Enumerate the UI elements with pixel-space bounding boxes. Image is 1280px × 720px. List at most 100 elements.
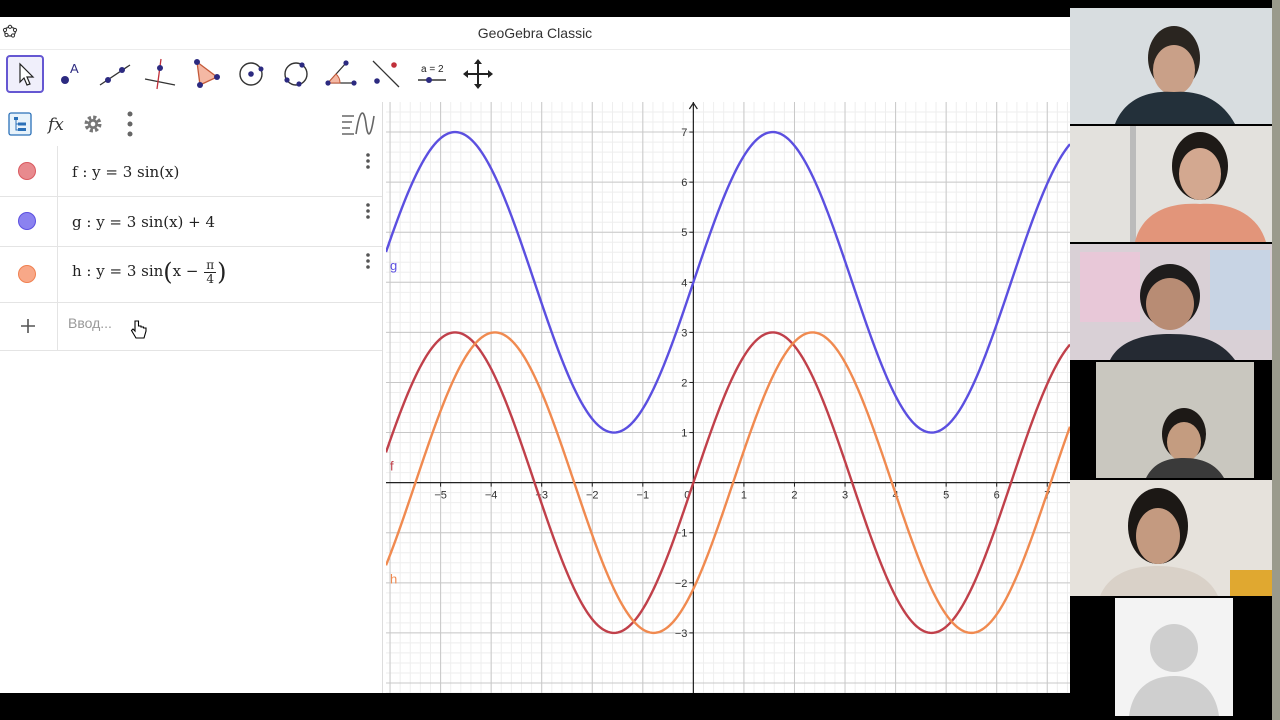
x-tick-label: 1 bbox=[741, 490, 747, 502]
person-video-icon bbox=[1070, 126, 1280, 242]
window-title: GeoGebra Classic bbox=[477, 25, 593, 41]
algebra-input-row[interactable]: Ввод... bbox=[0, 302, 382, 351]
polygon-tool[interactable] bbox=[186, 55, 224, 93]
plus-icon[interactable] bbox=[20, 318, 36, 334]
x-tick-label: 5 bbox=[943, 490, 949, 502]
gear-icon bbox=[84, 115, 102, 133]
participants-panel bbox=[1070, 0, 1280, 720]
person-video-icon bbox=[1070, 244, 1280, 360]
visibility-toggle-h[interactable] bbox=[18, 265, 36, 283]
formula-h-arg: x − bbox=[172, 262, 199, 280]
fraction-numerator: π bbox=[204, 257, 217, 273]
function-graph[interactable]: −5 −4 −3 −2 −1 0 1 2 3 4 5 6 7−3−2−11234567fgh bbox=[386, 102, 1070, 693]
line-tool-icon bbox=[99, 64, 131, 86]
polygon-tool-icon bbox=[194, 59, 220, 88]
function-inspector-button[interactable]: fx bbox=[44, 110, 72, 138]
more-vertical-icon bbox=[127, 111, 133, 137]
fraction: π4 bbox=[204, 257, 217, 286]
sort-graph-icon bbox=[342, 112, 375, 135]
point-tool-icon: A bbox=[61, 61, 79, 84]
perpendicular-line-tool-icon bbox=[144, 58, 176, 90]
x-tick-label: −5 bbox=[434, 490, 447, 502]
point-tool[interactable]: A bbox=[51, 55, 89, 93]
algebra-view: fx f: y = 3 sin(x) g: y = 3 sin(x) + 4… bbox=[0, 102, 383, 693]
slider-tool-icon: a = 2 bbox=[418, 64, 446, 83]
perpendicular-line-tool[interactable] bbox=[141, 55, 179, 93]
slider-tool[interactable]: a = 2 bbox=[412, 55, 450, 93]
series-label-h: h bbox=[390, 571, 397, 586]
algebra-input[interactable]: Ввод... bbox=[68, 315, 112, 331]
y-tick-label: −3 bbox=[675, 628, 688, 640]
y-tick-label: 4 bbox=[681, 277, 687, 289]
algebra-view-button[interactable] bbox=[6, 110, 34, 138]
formula-g[interactable]: g : y = 3 sin(x) + 4 bbox=[72, 213, 215, 231]
screen-bottom-bar bbox=[0, 693, 1070, 720]
series-label-g: g bbox=[390, 258, 397, 273]
y-tick-label: 5 bbox=[681, 227, 687, 239]
geogebra-window: GeoGebra Classic A a = 2 fx f: y = 3 si… bbox=[0, 17, 1070, 693]
y-tick-label: −2 bbox=[675, 578, 688, 590]
angle-tool-icon bbox=[325, 60, 357, 86]
person-video-icon bbox=[1070, 480, 1280, 596]
circle-three-points-tool-icon bbox=[284, 62, 308, 87]
formula-f[interactable]: f : y = 3 sin(x) bbox=[72, 163, 179, 181]
x-tick-label: −2 bbox=[586, 490, 599, 502]
more-vertical-icon[interactable] bbox=[364, 202, 372, 220]
algebra-row-h[interactable]: h : y = 3 sin(x − π 4) bbox=[0, 246, 382, 303]
participant-video-1[interactable] bbox=[1070, 8, 1280, 124]
algebra-header: fx bbox=[0, 102, 382, 146]
circle-center-point-tool-icon bbox=[239, 62, 264, 86]
angle-tool[interactable] bbox=[322, 55, 360, 93]
circle-three-points-tool[interactable] bbox=[277, 55, 315, 93]
screen-edge-strip bbox=[1272, 0, 1280, 720]
svg-text:A: A bbox=[70, 61, 79, 76]
y-tick-label: 3 bbox=[681, 327, 687, 339]
y-tick-label: 2 bbox=[681, 377, 687, 389]
tree-icon bbox=[8, 112, 32, 136]
svg-text:fx: fx bbox=[46, 115, 64, 135]
x-tick-label: 6 bbox=[994, 490, 1000, 502]
participant-video-4[interactable] bbox=[1096, 362, 1254, 478]
visibility-cell bbox=[0, 246, 58, 302]
screen-top-bar bbox=[0, 0, 1070, 17]
person-video-icon bbox=[1096, 362, 1254, 478]
move-graphics-view-tool[interactable] bbox=[459, 55, 497, 93]
fraction-denominator: 4 bbox=[206, 271, 215, 286]
algebra-row-g[interactable]: g : y = 3 sin(x) + 4 bbox=[0, 196, 382, 247]
more-vertical-icon[interactable] bbox=[364, 252, 372, 270]
line-tool[interactable] bbox=[96, 55, 134, 93]
title-bar: GeoGebra Classic bbox=[0, 17, 1070, 50]
add-cell bbox=[0, 302, 58, 350]
toolbar: A a = 2 bbox=[0, 50, 1070, 102]
x-tick-label: −4 bbox=[485, 490, 498, 502]
x-tick-label: −1 bbox=[637, 490, 650, 502]
participant-avatar[interactable] bbox=[1115, 598, 1233, 716]
sort-by-button[interactable] bbox=[340, 110, 376, 138]
x-tick-label: 2 bbox=[791, 490, 797, 502]
y-tick-label: 7 bbox=[681, 127, 687, 139]
participant-video-5[interactable] bbox=[1070, 480, 1280, 596]
settings-button[interactable] bbox=[79, 110, 107, 138]
algebra-row-f[interactable]: f : y = 3 sin(x) bbox=[0, 146, 382, 197]
series-label-f: f bbox=[390, 458, 394, 473]
menu-button[interactable] bbox=[116, 110, 144, 138]
formula-h[interactable]: h : y = 3 sin(x − π 4) bbox=[72, 258, 227, 286]
x-tick-label: 3 bbox=[842, 490, 848, 502]
hand-cursor-icon bbox=[130, 320, 147, 339]
user-avatar-icon bbox=[1115, 598, 1233, 716]
y-tick-label: 6 bbox=[681, 177, 687, 189]
function-icon: fx bbox=[46, 115, 64, 135]
visibility-toggle-f[interactable] bbox=[18, 162, 36, 180]
participant-video-3[interactable] bbox=[1070, 244, 1280, 360]
visibility-cell bbox=[0, 146, 58, 196]
graphics-view[interactable]: −5 −4 −3 −2 −1 0 1 2 3 4 5 6 7 −3 −2 −1 1 2 3 4 5 6 7 f g h bbox=[386, 102, 1070, 693]
visibility-toggle-g[interactable] bbox=[18, 212, 36, 230]
more-vertical-icon[interactable] bbox=[364, 152, 372, 170]
participant-video-2[interactable] bbox=[1070, 126, 1280, 242]
formula-h-prefix: h : y = 3 sin bbox=[72, 262, 164, 280]
move-tool[interactable] bbox=[6, 55, 44, 93]
circle-center-point-tool[interactable] bbox=[232, 55, 270, 93]
move-tool-icon bbox=[19, 62, 35, 86]
move-graphics-view-tool-icon bbox=[463, 59, 493, 89]
reflect-tool[interactable] bbox=[367, 55, 405, 93]
